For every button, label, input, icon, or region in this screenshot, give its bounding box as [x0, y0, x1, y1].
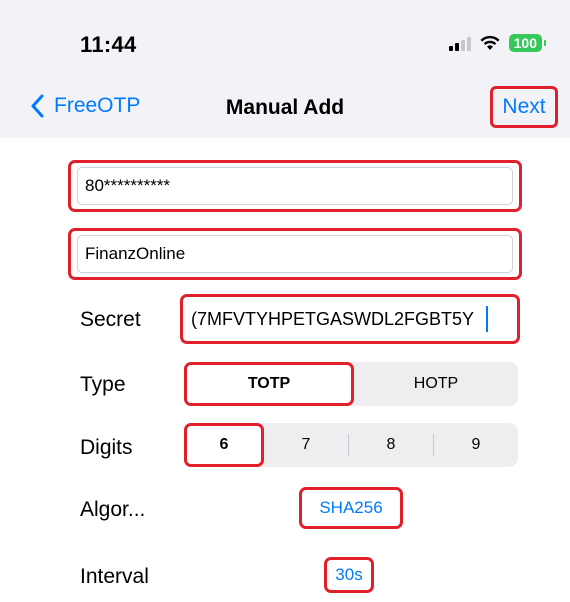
cellular-signal-icon — [448, 35, 471, 51]
digits-label: Digits — [80, 436, 133, 459]
secret-input[interactable]: (7MFVTYHPETGASWDL2FGBT5Y — [180, 294, 520, 344]
next-button[interactable]: Next — [490, 86, 558, 128]
digits-option-7[interactable]: 7 — [264, 423, 348, 467]
type-segmented-control: TOTP HOTP — [184, 362, 518, 406]
digits-segmented-control: 6 7 8 9 — [184, 423, 518, 467]
battery-indicator: 100 — [508, 34, 547, 52]
interval-button[interactable]: 30s — [324, 557, 374, 593]
type-option-totp[interactable]: TOTP — [184, 362, 354, 406]
secret-label: Secret — [80, 308, 141, 331]
type-option-hotp[interactable]: HOTP — [354, 362, 518, 406]
text-cursor — [486, 306, 489, 332]
secret-value: (7MFVTYHPETGASWDL2FGBT5Y — [191, 308, 475, 329]
page-title: Manual Add — [225, 96, 345, 119]
digits-option-6[interactable]: 6 — [184, 423, 264, 467]
navigation-bar: FreeOTP Manual Add Next — [0, 82, 570, 136]
account-value: FinanzOnline — [85, 244, 186, 263]
screen: 11:44 100 FreeOTP Manual Add Next 80****… — [0, 0, 570, 602]
issuer-field[interactable]: 80********** — [68, 160, 522, 212]
status-indicators: 100 — [448, 34, 547, 52]
issuer-value: 80********** — [85, 176, 171, 195]
status-time: 11:44 — [80, 32, 137, 57]
digits-option-9[interactable]: 9 — [434, 423, 518, 467]
digits-option-8[interactable]: 8 — [349, 423, 433, 467]
type-label: Type — [80, 373, 126, 396]
interval-label: Interval — [80, 565, 149, 588]
algorithm-label: Algor... — [80, 498, 146, 521]
account-field[interactable]: FinanzOnline — [68, 228, 522, 280]
wifi-icon — [480, 35, 500, 50]
algorithm-button[interactable]: SHA256 — [299, 487, 403, 529]
